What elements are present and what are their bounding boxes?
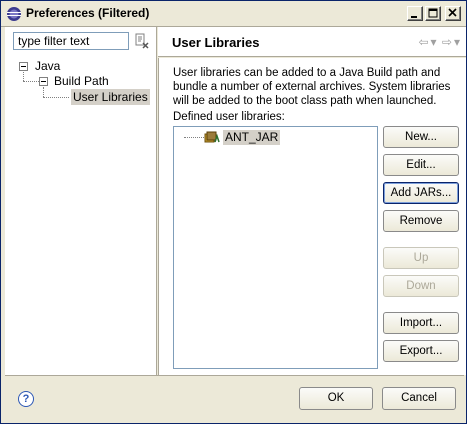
- tree-connector: [184, 137, 204, 138]
- dialog-footer: ? OK Cancel: [5, 375, 464, 421]
- back-dropdown-icon[interactable]: ▾: [431, 35, 437, 49]
- preference-tree-pane: type filter text Java Build Path User Li…: [5, 27, 157, 375]
- build-path-collapse-icon[interactable]: [39, 77, 48, 86]
- preference-page: User Libraries ⇦ ▾ ⇨ ▾ User libraries can …: [158, 27, 466, 375]
- tree-connector: [23, 81, 39, 82]
- tree-item-java[interactable]: Java: [35, 58, 60, 74]
- new-button[interactable]: New...: [383, 126, 459, 148]
- library-label: ANT_JAR: [223, 130, 281, 145]
- page-content: User libraries can be added to a Java Bu…: [158, 58, 466, 375]
- up-button[interactable]: Up: [383, 247, 459, 269]
- history-nav: ⇦ ▾ ⇨ ▾: [416, 35, 460, 49]
- tree-connector: [43, 97, 69, 98]
- remove-button[interactable]: Remove: [383, 210, 459, 232]
- cancel-button[interactable]: Cancel: [382, 387, 456, 410]
- page-description: User libraries can be added to a Java Bu…: [173, 67, 451, 107]
- help-icon[interactable]: ?: [18, 391, 34, 407]
- library-jar-icon: [204, 131, 220, 143]
- tree-connector: [43, 87, 44, 97]
- tree-item-build-path[interactable]: Build Path: [54, 73, 109, 89]
- ok-button[interactable]: OK: [299, 387, 373, 410]
- defined-libraries-label: Defined user libraries:: [173, 111, 285, 123]
- window-title: Preferences (Filtered): [26, 6, 150, 20]
- back-arrow-icon[interactable]: ⇦: [418, 35, 428, 49]
- forward-dropdown-icon[interactable]: ▾: [454, 35, 460, 49]
- tree-connector: [23, 72, 24, 81]
- page-header: User Libraries ⇦ ▾ ⇨ ▾: [158, 27, 466, 57]
- export-button[interactable]: Export...: [383, 340, 459, 362]
- filter-input[interactable]: type filter text: [13, 32, 129, 50]
- forward-arrow-icon[interactable]: ⇨: [442, 35, 452, 49]
- preferences-window: Preferences (Filtered) type filter text …: [0, 0, 467, 424]
- user-libraries-list[interactable]: ANT_JAR: [173, 126, 378, 369]
- clear-filter-icon[interactable]: [134, 33, 150, 49]
- eclipse-icon: [7, 7, 21, 21]
- java-collapse-icon[interactable]: [19, 62, 28, 71]
- down-button[interactable]: Down: [383, 275, 459, 297]
- add-jars-button[interactable]: Add JARs...: [383, 182, 459, 204]
- import-button[interactable]: Import...: [383, 312, 459, 334]
- page-title: User Libraries: [172, 35, 260, 50]
- maximize-button[interactable]: [425, 6, 441, 21]
- title-bar: Preferences (Filtered): [1, 1, 466, 27]
- tree-item-user-libraries[interactable]: User Libraries: [71, 89, 150, 105]
- close-button[interactable]: [445, 6, 461, 21]
- minimize-button[interactable]: [407, 6, 423, 21]
- edit-button[interactable]: Edit...: [383, 154, 459, 176]
